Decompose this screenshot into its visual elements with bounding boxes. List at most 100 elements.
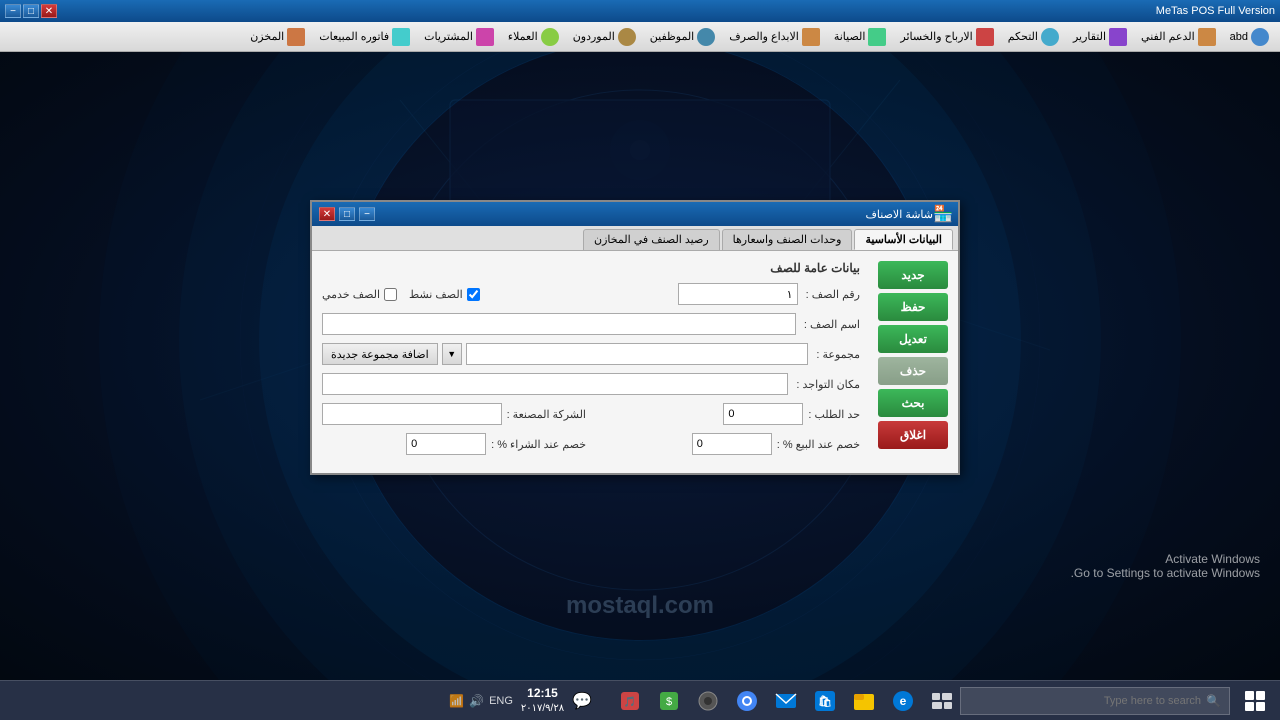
location-label: مكان التواجد : xyxy=(796,378,860,391)
add-group-button[interactable]: اضافة مجموعة جديدة xyxy=(322,343,438,365)
location-row: مكان التواجد : xyxy=(322,373,860,395)
reports-icon xyxy=(1109,28,1127,46)
buy-discount-input[interactable] xyxy=(406,433,486,455)
item-name-input[interactable] xyxy=(322,313,796,335)
search-button[interactable]: بحث xyxy=(878,389,948,417)
sell-discount-col: خصم عند البيع % : xyxy=(596,433,860,455)
taskbar-edge-icon[interactable]: e xyxy=(885,683,921,719)
purchases-icon xyxy=(476,28,494,46)
taskbar-chrome-icon[interactable] xyxy=(729,683,765,719)
active-checkbox-group: الصف نشط xyxy=(409,288,480,301)
group-input[interactable] xyxy=(466,343,809,365)
menu-item-warehouse[interactable]: المخزن xyxy=(244,25,311,49)
service-label: الصف خدمي xyxy=(322,288,380,301)
item-number-label: رقم الصف : xyxy=(806,288,860,301)
order-limit-label: حد الطلب : xyxy=(808,408,860,421)
group-label: مجموعة : xyxy=(816,348,860,361)
svg-text:🛍: 🛍 xyxy=(818,695,832,708)
order-limit-col: حد الطلب : xyxy=(596,403,860,425)
delete-button[interactable]: حذف xyxy=(878,357,948,385)
service-checkbox[interactable] xyxy=(384,288,397,301)
edit-button[interactable]: تعديل xyxy=(878,325,948,353)
manufacturer-input[interactable] xyxy=(322,403,502,425)
menu-item-purchases[interactable]: المشتريات xyxy=(418,25,500,49)
dialog-tabs: البيانات الأساسية وحدات الصنف واسعارها ر… xyxy=(312,226,958,251)
taskbar-settings-icon[interactable] xyxy=(690,683,726,719)
dialog-window: ✕ □ − شاشة الاصناف 🏪 البيانات الأساسية و… xyxy=(310,200,960,475)
menu-item-sales[interactable]: فاتوره المبيعات xyxy=(313,25,416,49)
warehouse-icon xyxy=(287,28,305,46)
tab-warehouse-balance[interactable]: رصيد الصنف في المخازن xyxy=(583,229,720,250)
dialog-maximize-button[interactable]: □ xyxy=(339,207,355,221)
dialog-close-button[interactable]: ✕ xyxy=(319,207,335,221)
dialog-minimize-button[interactable]: − xyxy=(359,207,375,221)
maximize-button[interactable]: □ xyxy=(23,4,39,18)
location-input[interactable] xyxy=(322,373,788,395)
menu-item-suppliers[interactable]: الموردون xyxy=(567,25,642,49)
dialog-icon: 🏪 xyxy=(933,206,953,223)
taskbar-app2-icon[interactable]: 🎵 xyxy=(612,683,648,719)
new-button[interactable]: جديد xyxy=(878,261,948,289)
group-dropdown-button[interactable]: ▼ xyxy=(442,343,462,365)
clock-display[interactable]: 12:15 ٢٠١٧/٩/٢٨ xyxy=(521,686,564,715)
manufacturer-label: الشركة المصنعة : xyxy=(507,408,586,421)
menu-item-control[interactable]: التحكم xyxy=(1002,25,1065,49)
close-dialog-button[interactable]: اغلاق xyxy=(878,421,948,449)
save-button[interactable]: حفظ xyxy=(878,293,948,321)
checkbox-group: الصف نشط الصف خدمي xyxy=(322,288,480,301)
taskbar-store-icon[interactable]: 🛍 xyxy=(807,683,843,719)
menu-item-reports[interactable]: التقارير xyxy=(1067,25,1133,49)
menu-item-employees[interactable]: الموظفين xyxy=(644,25,721,49)
menu-item-profits[interactable]: الارباح والخسائر xyxy=(894,25,999,49)
task-view-button[interactable] xyxy=(924,683,960,719)
minimize-button[interactable]: − xyxy=(5,4,21,18)
form-area: بيانات عامة للصف رقم الصف : الصف نشط xyxy=(322,261,860,463)
group-row: مجموعة : ▼ اضافة مجموعة جديدة xyxy=(322,343,860,365)
taskbar-search-bar[interactable]: 🔍 xyxy=(960,687,1230,715)
search-icon: 🔍 xyxy=(1206,694,1221,708)
network-icon: 📶 xyxy=(449,694,464,708)
tab-units-prices[interactable]: وحدات الصنف واسعارها xyxy=(722,229,853,250)
abd-icon xyxy=(1251,28,1269,46)
app-title-bar: MeTas POS Full Version − □ ✕ xyxy=(0,0,1280,22)
buy-discount-col: خصم عند الشراء % : xyxy=(322,433,586,455)
control-icon xyxy=(1041,28,1059,46)
volume-icon: 🔊 xyxy=(469,694,484,708)
taskbar-app1-icon[interactable]: $ xyxy=(651,683,687,719)
sell-discount-input[interactable] xyxy=(692,433,772,455)
two-col-row2: خصم عند البيع % : خصم عند الشراء % : xyxy=(322,433,860,455)
order-limit-input[interactable] xyxy=(723,403,803,425)
taskbar-explorer-icon[interactable] xyxy=(846,683,882,719)
item-number-row: رقم الصف : الصف نشط الصف خدمي xyxy=(322,283,860,305)
language-indicator[interactable]: ENG xyxy=(489,695,513,707)
sys-tray-icons: 📶 🔊 ENG xyxy=(449,694,513,708)
menu-item-support[interactable]: الدعم الفني xyxy=(1135,25,1222,49)
suppliers-icon xyxy=(618,28,636,46)
exchange-icon xyxy=(802,28,820,46)
taskbar-mail-icon[interactable] xyxy=(768,683,804,719)
active-checkbox[interactable] xyxy=(467,288,480,301)
menu-item-maintenance[interactable]: الصيانة xyxy=(828,25,893,49)
menu-item-customers[interactable]: العملاء xyxy=(502,25,565,49)
svg-text:$: $ xyxy=(666,696,672,708)
item-name-row: اسم الصف : xyxy=(322,313,860,335)
close-button[interactable]: ✕ xyxy=(41,4,57,18)
taskbar-system-tray: 📶 🔊 ENG 12:15 ٢٠١٧/٩/٢٨ 💬 xyxy=(449,686,602,715)
item-name-label: اسم الصف : xyxy=(804,318,860,331)
tab-basic-data[interactable]: البيانات الأساسية xyxy=(854,229,953,250)
desktop: Activate Windows Go to Settings to activ… xyxy=(0,0,1280,680)
item-number-input[interactable] xyxy=(678,283,798,305)
menu-item-exchange[interactable]: الابداع والصرف xyxy=(723,25,826,49)
menu-item-abd[interactable]: abd xyxy=(1224,25,1275,49)
start-button[interactable] xyxy=(1230,681,1280,721)
dialog-title: شاشة الاصناف xyxy=(375,208,933,221)
section-title: بيانات عامة للصف xyxy=(322,261,860,275)
dialog-title-bar: ✕ □ − شاشة الاصناف 🏪 xyxy=(312,202,958,226)
sell-discount-label: خصم عند البيع % : xyxy=(777,438,860,451)
customers-icon xyxy=(541,28,559,46)
two-col-row1: حد الطلب : الشركة المصنعة : xyxy=(322,403,860,425)
taskbar-search-input[interactable] xyxy=(969,695,1201,707)
notification-button[interactable]: 💬 xyxy=(572,691,592,711)
action-buttons-panel: جديد حفظ تعديل حذف بحث اغلاق xyxy=(868,261,948,463)
menu-bar: abd الدعم الفني التقارير التحكم الارباح … xyxy=(0,22,1280,52)
